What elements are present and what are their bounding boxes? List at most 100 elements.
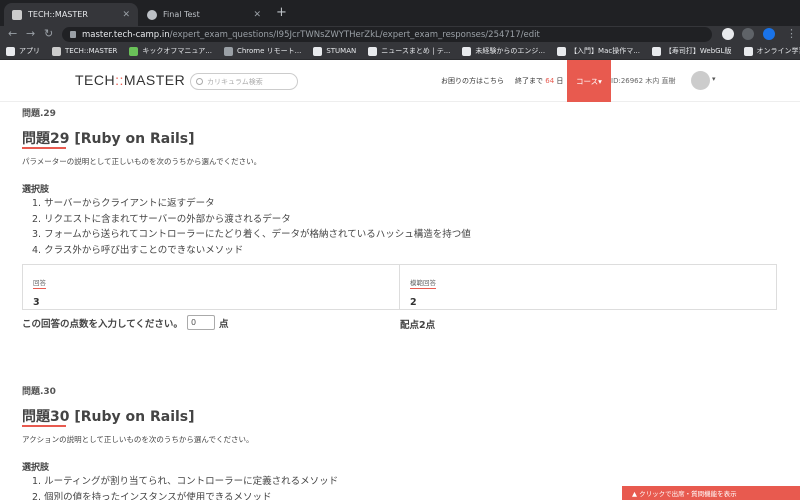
curriculum-search-input[interactable]: カリキュラム検索 [190,73,298,90]
extension-icon[interactable] [742,28,754,40]
title-prefix: 問題 [22,409,50,425]
address-bar[interactable]: master.tech-camp.in/expert_exam_question… [62,27,712,42]
bookmark-favicon-icon [313,46,323,56]
choice-item: クラス外から呼び出すことのできないメソッド [32,243,471,259]
extension-icon[interactable] [722,28,734,40]
remaining-days: 終了まで 64 日 [515,76,563,86]
bookmark-item[interactable]: STUMAN [313,46,357,56]
bookmark-label: アプリ [19,47,40,55]
bookmark-favicon-icon [129,46,139,56]
question-number: 問題.30 [22,387,56,397]
bookmark-item[interactable]: キックオフマニュア... [129,46,212,56]
model-answer-value: 2 [410,297,417,308]
bookmark-favicon-icon [651,46,661,56]
title-topic: [Ruby on Rails] [69,131,195,147]
model-answer-header: 模範回答 [410,279,436,289]
attendance-question-toggle-button[interactable]: ▲ クリックで出席・質問機能を表示 [622,486,800,500]
remain-suffix: 日 [556,77,564,85]
bookmark-label: STUMAN [326,47,357,55]
title-number: 29 [50,131,70,147]
bookmark-label: TECH::MASTER [65,47,118,55]
title-underline [22,425,66,427]
choices-label: 選択肢 [22,463,50,473]
question-description: パラメーターの説明として正しいものを次のうちから選んでください。 [22,157,262,166]
bookmark-favicon-icon [557,46,567,56]
score-prompt: この回答の点数を入力してください。 [22,318,183,330]
globe-icon [147,9,157,20]
bookmarks-bar: アプリ TECH::MASTER キックオフマニュア... Chrome リモート..… [0,43,800,60]
score-input[interactable] [186,315,215,330]
answer-cell: 回答 3 [23,265,399,309]
user-id: ID:26962 木内 直樹 [611,77,676,85]
avatar[interactable] [691,71,710,90]
search-placeholder: カリキュラム検索 [207,77,263,86]
logo-text: TECH [75,72,116,88]
answer-value: 3 [33,297,40,308]
course-menu-button[interactable]: コース▾ [567,60,611,102]
remain-days-count: 64 [545,77,555,85]
bookmark-item[interactable]: ニュースまとめ | テ... [368,46,450,56]
title-prefix: 問題 [22,131,50,147]
bookmark-item[interactable]: Chrome リモート... [223,46,302,56]
points-label: 配点2点 [400,320,436,331]
profile-avatar[interactable] [763,28,775,40]
model-answer-cell: 模範回答 2 [399,265,776,309]
question-title: 問題30 [Ruby on Rails] [22,406,195,426]
site-header: TECH::MASTER カリキュラム検索 お困りの方はこちら 終了まで 64 … [0,60,800,102]
bookmark-favicon-icon [52,46,61,56]
bookmark-favicon-icon [743,46,753,56]
search-icon [196,78,203,85]
browser-toolbar: ← → ↻ master.tech-camp.in/expert_exam_qu… [0,26,800,43]
title-number: 30 [50,409,70,425]
tab-title: Final Test [163,10,200,19]
choice-item: フォームから送られてコントローラーにたどり着く、データが格納されているハッシュ構… [32,227,471,243]
forward-icon[interactable]: → [26,27,35,40]
techmaster-logo[interactable]: TECH::MASTER [75,72,185,88]
choice-list: サーバーからクライアントに返すデータ リクエストに含まれてサーバーの外部から渡さ… [32,196,471,258]
tab-title: TECH::MASTER [28,10,88,19]
bookmark-label: Chrome リモート... [236,47,302,55]
bookmark-label: 未経験からのエンジ... [475,47,546,55]
new-tab-button[interactable]: + [276,5,287,20]
bookmark-item[interactable]: 【寿司打】WebGL版 [651,46,732,56]
close-icon[interactable]: ✕ [253,10,261,20]
remain-prefix: 終了まで [515,77,543,85]
menu-icon[interactable]: ⋮ [786,27,797,40]
answer-header: 回答 [33,279,46,289]
help-link[interactable]: お困りの方はこちら [441,76,504,86]
choice-list: ルーティングが割り当てられ、コントローラーに定義されるメソッド 個別の値を持った… [32,474,338,500]
bookmark-favicon-icon [223,46,233,56]
bookmark-item[interactable]: 未経験からのエンジ... [462,46,545,56]
exam-content: 問題.29 問題29 [Ruby on Rails] パラメーターの説明として正… [0,102,800,500]
bookmark-label: 【入門】Mac操作マ... [570,47,640,55]
back-icon[interactable]: ← [8,27,17,40]
title-topic: [Ruby on Rails] [69,409,195,425]
apps-grid-icon [6,46,15,56]
reload-icon[interactable]: ↻ [44,27,53,40]
title-underline [22,147,66,149]
logo-separator: :: [115,72,124,88]
lock-icon [70,31,76,38]
tab-final-test[interactable]: Final Test ✕ [139,3,269,26]
score-row: この回答の点数を入力してください。 点 [22,315,228,330]
bookmark-item[interactable]: TECH::MASTER [52,46,118,56]
bookmark-item[interactable]: アプリ [6,46,40,56]
choice-item: ルーティングが割り当てられ、コントローラーに定義されるメソッド [32,474,338,490]
answer-table: 回答 3 模範回答 2 [22,264,777,310]
score-unit: 点 [218,318,229,330]
choice-item: 個別の値を持ったインスタンスが使用できるメソッド [32,490,338,500]
bookmark-label: ニュースまとめ | テ... [381,47,451,55]
choice-item: サーバーからクライアントに返すデータ [32,196,471,212]
bookmark-label: 【寿司打】WebGL版 [664,47,732,55]
techmaster-favicon-icon [12,9,22,20]
question-title: 問題29 [Ruby on Rails] [22,128,195,148]
bookmark-favicon-icon [368,46,378,56]
bookmark-item[interactable]: オンライン学習の進... [743,46,800,56]
close-icon[interactable]: ✕ [122,10,130,20]
question-number: 問題.29 [22,109,56,119]
bookmark-item[interactable]: 【入門】Mac操作マ... [557,46,640,56]
url-host: master.tech-camp.in [82,29,170,40]
chevron-down-icon[interactable]: ▾ [712,75,716,83]
choices-label: 選択肢 [22,185,50,195]
tab-techmaster[interactable]: TECH::MASTER ✕ [4,3,138,26]
